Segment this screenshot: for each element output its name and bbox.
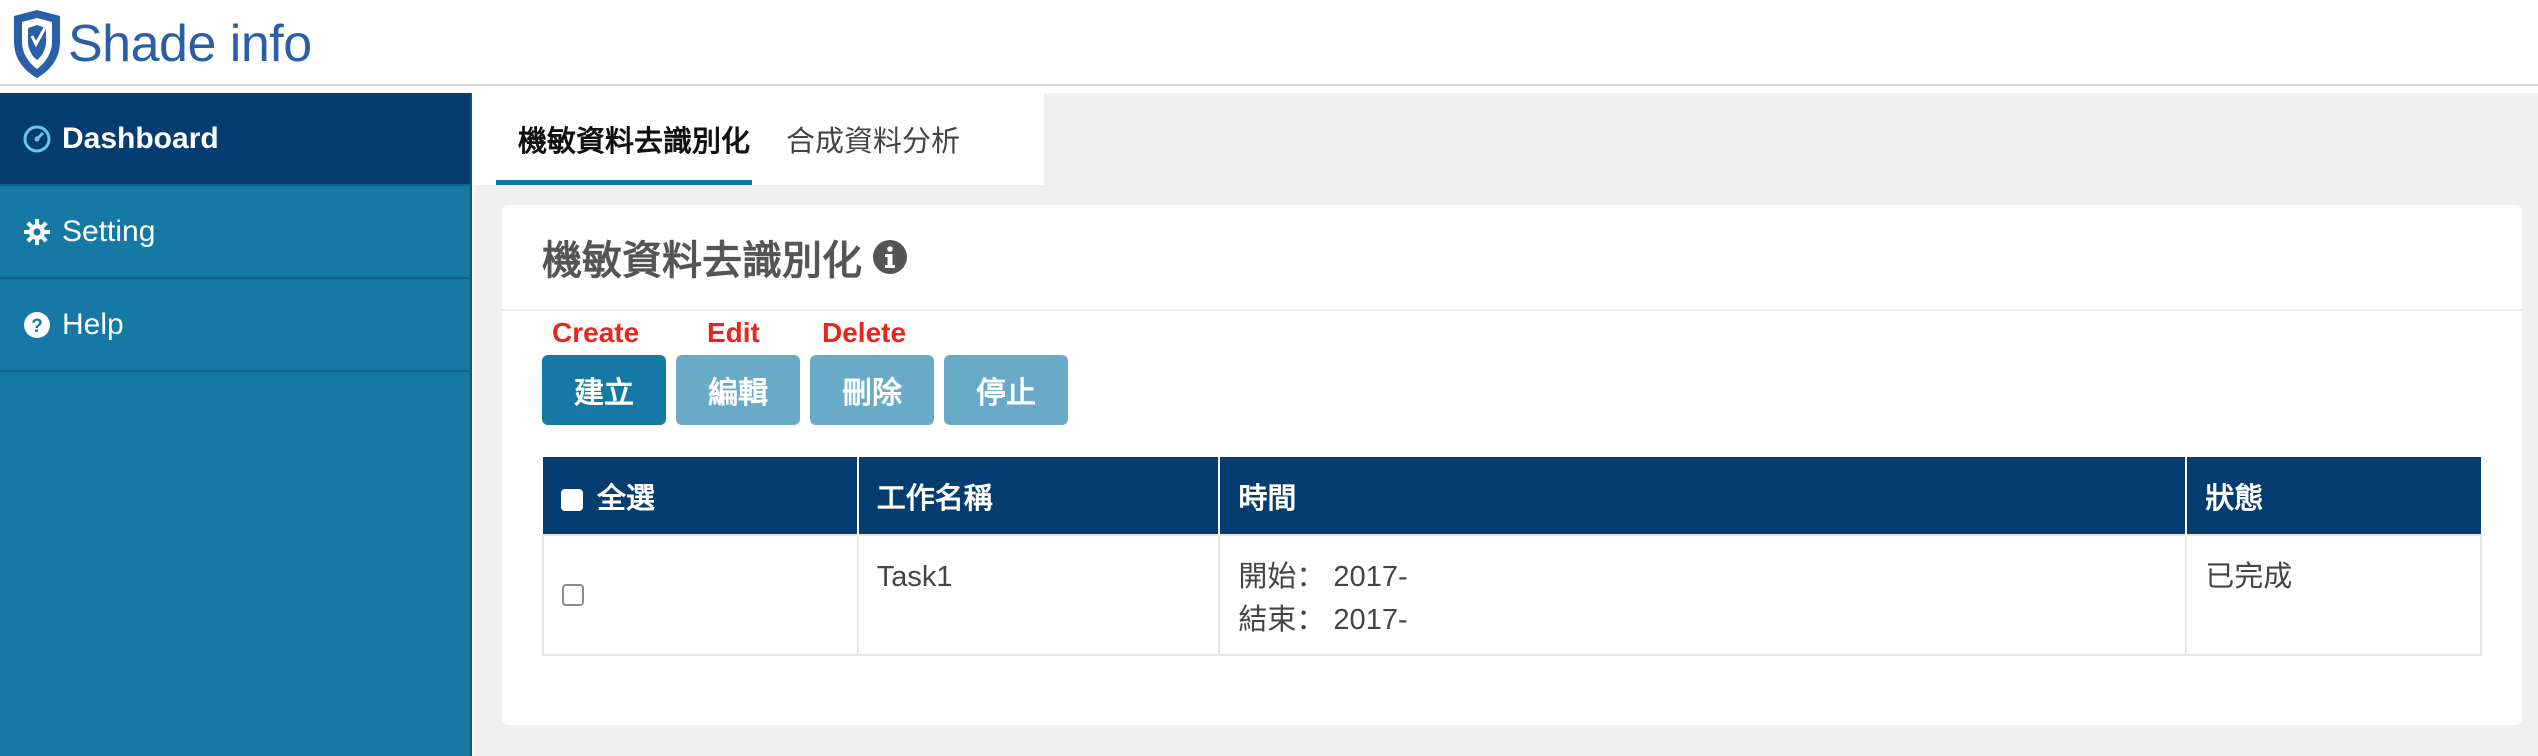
create-button[interactable]: 建立 xyxy=(542,355,666,425)
header-status: 狀態 xyxy=(2186,457,2481,535)
stop-button[interactable]: 停止 xyxy=(944,355,1068,425)
page-title: 機敏資料去識別化 xyxy=(542,239,862,283)
question-circle-icon: ? xyxy=(22,310,52,340)
delete-button[interactable]: 刪除 xyxy=(810,355,934,425)
sidebar-item-label: Help xyxy=(62,307,124,341)
end-time: 結束： 2017- xyxy=(1238,604,1408,636)
sidebar-item-setting[interactable]: Setting xyxy=(0,186,470,279)
content-card: 機敏資料去識別化 Create Edit Delete 建立 編輯 刪除 停止 xyxy=(502,205,2522,725)
sidebar-item-help[interactable]: ? Help xyxy=(0,279,470,372)
shield-logo-icon xyxy=(14,10,60,78)
annotation-row: Create Edit Delete xyxy=(502,313,2522,353)
tab-synthetic-analysis[interactable]: 合成資料分析 xyxy=(752,93,988,185)
select-all-checkbox[interactable] xyxy=(561,488,583,511)
annotation-create: Create xyxy=(552,317,640,348)
annotation-delete: Delete xyxy=(822,317,907,348)
status-cell: 已完成 xyxy=(2185,534,2482,656)
edit-button[interactable]: 編輯 xyxy=(676,355,800,425)
action-toolbar: 建立 編輯 刪除 停止 xyxy=(542,355,1068,425)
card-header: 機敏資料去識別化 xyxy=(502,205,2522,311)
time-cell: 開始： 2017- 結束： 2017- xyxy=(1218,534,2188,656)
header-select-all[interactable]: 全選 xyxy=(543,457,859,535)
app-logo[interactable]: Shade info xyxy=(10,8,312,80)
header-task-name: 工作名稱 xyxy=(857,457,1221,535)
tab-bar: 機敏資料去識別化 合成資料分析 xyxy=(474,93,1044,185)
task-name-cell: Task1 xyxy=(856,534,1221,656)
select-all-label: 全選 xyxy=(597,482,656,515)
svg-text:?: ? xyxy=(31,316,43,337)
gear-icon xyxy=(22,217,52,247)
info-icon[interactable] xyxy=(872,239,908,275)
task-table: 全選 工作名稱 時間 狀態 Task1 開始： 2017- 結束： 2017- … xyxy=(542,457,2482,656)
main-content: 機敏資料去識別化 合成資料分析 機敏資料去識別化 Create Edit Del… xyxy=(474,93,2538,756)
row-checkbox[interactable] xyxy=(562,584,584,606)
table-row[interactable]: Task1 開始： 2017- 結束： 2017- 已完成 xyxy=(542,534,2482,656)
logo-text: Shade info xyxy=(68,15,312,73)
annotation-edit: Edit xyxy=(707,317,760,348)
sidebar: Dashboard Setting ? Help xyxy=(0,93,472,756)
top-header: Shade info xyxy=(0,0,2538,86)
start-time: 開始： 2017- xyxy=(1238,561,1408,593)
row-select-cell xyxy=(542,534,859,656)
dashboard-icon xyxy=(22,124,52,154)
sidebar-item-label: Setting xyxy=(62,214,156,248)
table-header-row: 全選 工作名稱 時間 狀態 xyxy=(543,457,2481,535)
sidebar-item-dashboard[interactable]: Dashboard xyxy=(0,93,470,186)
header-time: 時間 xyxy=(1219,457,2188,535)
tab-deidentification[interactable]: 機敏資料去識別化 xyxy=(496,93,752,185)
sidebar-item-label: Dashboard xyxy=(62,121,219,155)
